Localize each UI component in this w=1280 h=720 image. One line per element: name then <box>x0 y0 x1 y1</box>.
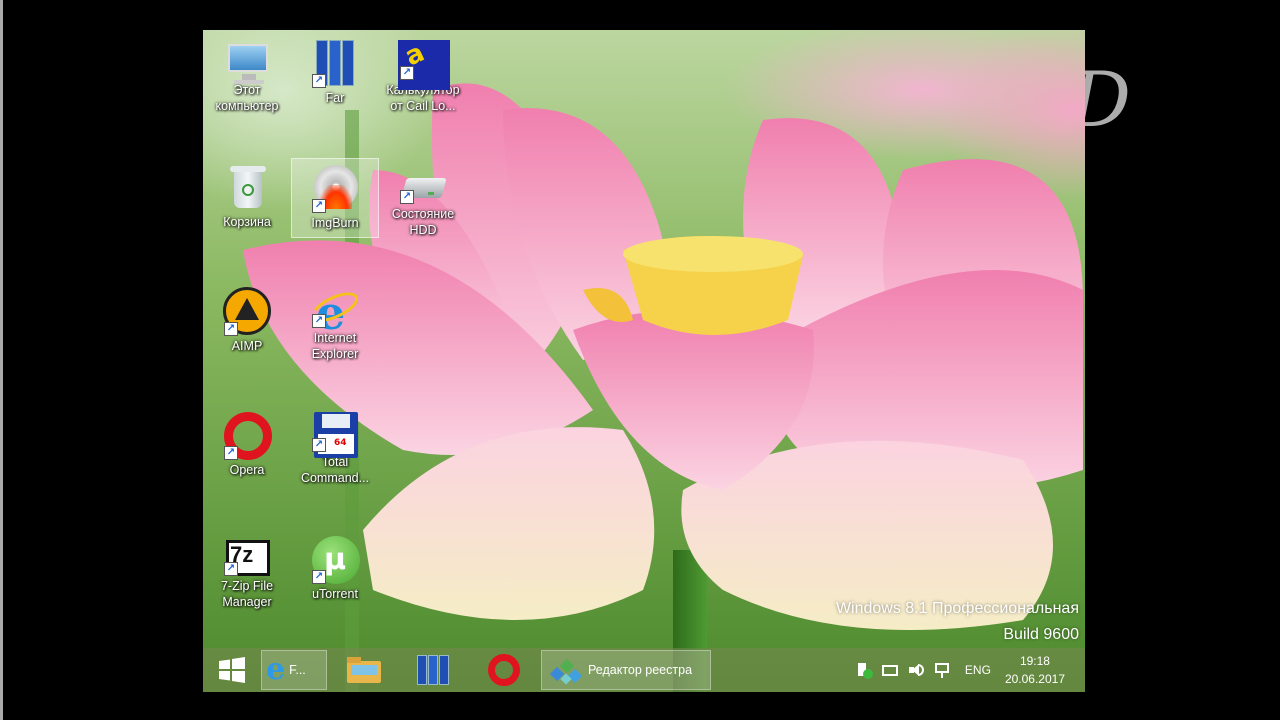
shortcut-arrow-icon: ↗ <box>312 74 326 88</box>
frame-edge <box>0 0 3 720</box>
network-icon[interactable] <box>933 661 951 679</box>
shortcut-arrow-icon: ↗ <box>312 438 326 452</box>
desktop-icon-label: Far <box>325 91 345 105</box>
internet-explorer-icon: e ↗ <box>307 286 363 336</box>
desktop-icon-label: Состояние HDD <box>391 207 455 237</box>
desktop-icon-label: Total Command... <box>300 455 370 485</box>
desktop-icon-label: 7-Zip File Manager <box>220 579 274 609</box>
taskbar-regedit-button[interactable]: Редактор реестра <box>541 650 711 690</box>
folder-icon <box>347 657 381 683</box>
desktop[interactable]: Этот компьютер ↗ Far a ↗ Калькулятор от … <box>203 30 1085 692</box>
os-version-watermark: Windows 8.1 Профессиональная Build 9600 <box>836 596 1079 648</box>
hdd-icon: ↗ <box>398 162 448 206</box>
aimp-icon: ↗ <box>222 286 272 338</box>
registry-editor-icon <box>549 655 583 685</box>
action-center-icon[interactable] <box>855 661 873 679</box>
seven-zip-icon: 7z ↗ <box>222 534 272 578</box>
desktop-icon-computer[interactable]: Этот компьютер <box>203 34 291 114</box>
clock-date: 20.06.2017 <box>1004 672 1065 686</box>
total-commander-icon: 64 ↗ <box>310 410 360 458</box>
desktop-icon-label: uTorrent <box>312 587 358 601</box>
shortcut-arrow-icon: ↗ <box>224 446 238 460</box>
calculator-icon: a ↗ <box>398 38 450 90</box>
taskbar-ie-button[interactable]: e F... <box>261 650 327 690</box>
internet-explorer-icon: e <box>266 652 286 687</box>
input-language-indicator[interactable]: ENG <box>965 663 991 677</box>
opera-icon: ↗ <box>222 410 272 462</box>
desktop-icon-opera[interactable]: ↗ Opera <box>203 406 291 486</box>
shortcut-arrow-icon: ↗ <box>400 190 414 204</box>
imgburn-icon: ↗ <box>310 163 360 215</box>
far-manager-icon <box>417 655 451 685</box>
desktop-icon-label: Opera <box>229 463 265 477</box>
system-tray: ENG 19:18 20.06.2017 <box>851 648 1085 692</box>
clock[interactable]: 19:18 20.06.2017 <box>1005 652 1065 688</box>
desktop-icon-utorrent[interactable]: µ ↗ uTorrent <box>291 530 379 610</box>
shortcut-arrow-icon: ↗ <box>312 314 326 328</box>
taskbar: e F... Редактор реестра ENG 19:18 20.06.… <box>203 648 1085 692</box>
taskbar-regedit-label: Редактор реестра <box>588 663 693 677</box>
windows-logo-icon <box>219 657 245 683</box>
keyboard-icon[interactable] <box>881 661 899 679</box>
shortcut-arrow-icon: ↗ <box>312 199 326 213</box>
taskbar-explorer-button[interactable] <box>331 650 397 690</box>
recycle-bin-icon <box>222 162 272 214</box>
desktop-icon-far[interactable]: ↗ Far <box>291 34 379 114</box>
shortcut-arrow-icon: ↗ <box>312 570 326 584</box>
desktop-icon-aimp[interactable]: ↗ AIMP <box>203 282 291 362</box>
start-button[interactable] <box>207 650 257 690</box>
desktop-icon-calculator[interactable]: a ↗ Калькулятор от Cail Lo... <box>379 34 467 114</box>
volume-icon[interactable] <box>907 661 925 679</box>
computer-icon <box>222 38 272 84</box>
desktop-icon-label: Этот компьютер <box>215 83 279 113</box>
shortcut-arrow-icon: ↗ <box>224 322 238 336</box>
utorrent-icon: µ ↗ <box>310 534 360 586</box>
desktop-icon-hdd[interactable]: ↗ Состояние HDD <box>379 158 467 238</box>
taskbar-ie-label: F... <box>289 663 306 677</box>
shortcut-arrow-icon: ↗ <box>224 562 238 576</box>
desktop-icon-label: ImgBurn <box>311 216 359 230</box>
desktop-icon-internet-explorer[interactable]: e ↗ Internet Explorer <box>291 282 379 362</box>
os-build: Build 9600 <box>1003 626 1079 643</box>
taskbar-far-button[interactable] <box>401 650 467 690</box>
taskbar-opera-button[interactable] <box>471 650 537 690</box>
clock-time: 19:18 <box>1019 654 1050 668</box>
far-manager-icon: ↗ <box>310 38 360 90</box>
desktop-icon-imgburn[interactable]: ↗ ImgBurn <box>291 158 379 238</box>
desktop-icon-label: AIMP <box>231 339 263 353</box>
os-edition: Windows 8.1 Профессиональная <box>835 600 1079 617</box>
desktop-icon-recycle-bin[interactable]: Корзина <box>203 158 291 238</box>
desktop-icon-7zip[interactable]: 7z ↗ 7-Zip File Manager <box>203 530 291 610</box>
desktop-icon-label: Корзина <box>223 215 271 229</box>
shortcut-arrow-icon: ↗ <box>400 66 414 80</box>
desktop-icon-total-commander[interactable]: 64 ↗ Total Command... <box>291 406 379 486</box>
opera-icon <box>488 654 520 686</box>
